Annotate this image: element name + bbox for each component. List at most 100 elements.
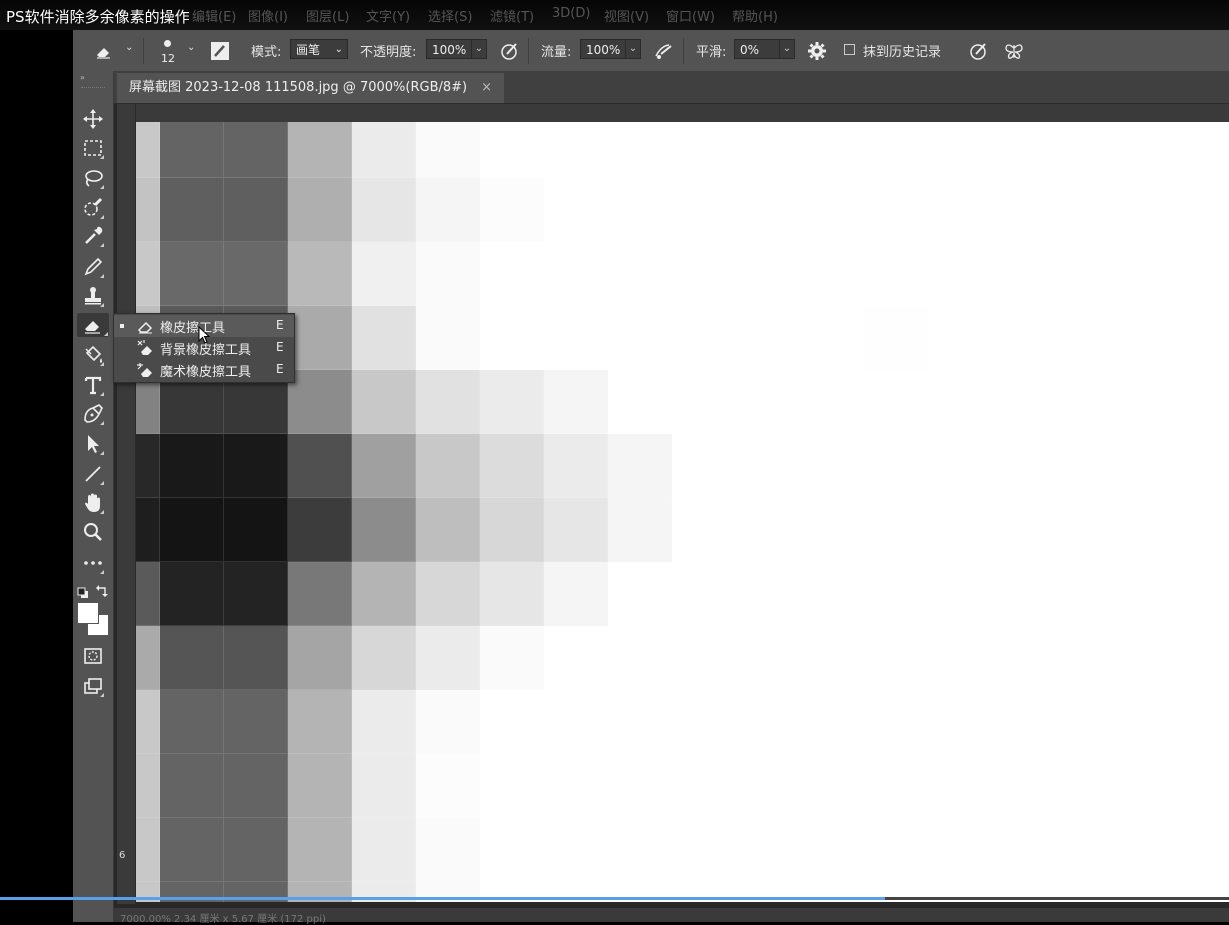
airbrush-icon[interactable] [653, 40, 675, 62]
video-progress-fill [0, 897, 885, 900]
menu-type[interactable]: 文字(Y) [366, 6, 410, 25]
vertical-ruler[interactable] [117, 104, 136, 904]
flyout-magic-eraser-tool[interactable]: 魔术橡皮擦工具 E [114, 359, 294, 381]
eraser-preset-icon[interactable] [93, 40, 115, 62]
smoothing-dropdown[interactable]: ⌄ [779, 39, 795, 59]
opacity-dropdown[interactable]: ⌄ [471, 39, 487, 59]
brush-panel-icon[interactable] [210, 41, 230, 61]
mode-chevron-icon: ⌄ [334, 44, 343, 55]
eraser-icon [136, 317, 156, 335]
line-tool[interactable] [81, 462, 105, 486]
lasso-tool[interactable] [81, 166, 105, 190]
move-tool[interactable] [81, 107, 105, 131]
foreground-color-swatch[interactable] [77, 602, 99, 624]
flyout-item-shortcut: E [276, 318, 284, 332]
pixel-cell [864, 818, 928, 882]
menu-edit[interactable]: 编辑(E) [192, 6, 236, 25]
zoom-tool[interactable] [81, 520, 105, 544]
menu-image[interactable]: 图像(I) [248, 6, 288, 25]
document-tab[interactable]: 屏幕截图 2023-12-08 111508.jpg @ 7000%(RGB/8… [117, 73, 505, 103]
separator [683, 38, 684, 64]
pixel-cell [672, 498, 736, 562]
collapse-panel-icon[interactable]: » [80, 73, 85, 82]
hand-tool[interactable] [81, 491, 105, 515]
pixel-cell [1184, 370, 1229, 434]
flow-input[interactable]: 100% [580, 39, 626, 59]
smoothing-settings-gear-icon[interactable] [806, 40, 828, 62]
pixel-cell [1184, 626, 1229, 690]
horizontal-ruler[interactable] [135, 104, 1229, 123]
symmetry-butterfly-icon[interactable] [1003, 40, 1025, 62]
pixel-cell [1056, 498, 1120, 562]
smoothing-input[interactable]: 0% [734, 39, 780, 59]
eyedropper-tool[interactable] [81, 224, 105, 248]
pressure-opacity-icon[interactable] [499, 40, 521, 62]
pen-tool[interactable] [81, 402, 105, 426]
pixel-cell [160, 498, 224, 562]
pixel-cell [288, 178, 352, 242]
menu-select[interactable]: 选择(S) [428, 6, 472, 25]
pixel-cell [288, 754, 352, 818]
pixel-cell [416, 242, 480, 306]
marquee-tool[interactable] [81, 136, 105, 160]
pixel-cell [864, 434, 928, 498]
default-colors-icon[interactable] [77, 584, 89, 598]
menu-3d[interactable]: 3D(D) [552, 6, 590, 21]
opacity-input[interactable]: 100% [426, 39, 472, 59]
paint-bucket-tool[interactable] [81, 343, 105, 367]
submenu-indicator [100, 570, 104, 574]
document-tab-title: 屏幕截图 2023-12-08 111508.jpg @ 7000%(RGB/8… [129, 80, 468, 95]
swap-colors-icon[interactable] [95, 583, 109, 597]
pixel-cell [864, 626, 928, 690]
pixel-cell [352, 242, 416, 306]
pixel-cell [352, 178, 416, 242]
pixel-cell [992, 370, 1056, 434]
pixel-cell [480, 498, 544, 562]
menu-filter[interactable]: 滤镜(T) [490, 6, 534, 25]
menu-layer[interactable]: 图层(L) [306, 6, 349, 25]
quick-mask-button[interactable] [81, 644, 105, 668]
pixel-cell [992, 754, 1056, 818]
pixel-cell [1120, 498, 1184, 562]
pixel-cell [416, 178, 480, 242]
path-selection-tool[interactable] [81, 432, 105, 456]
pixel-cell [480, 626, 544, 690]
pixel-cell [992, 626, 1056, 690]
pixel-cell [736, 754, 800, 818]
pixel-cell [288, 626, 352, 690]
pixel-cell [160, 178, 224, 242]
flow-dropdown[interactable]: ⌄ [625, 39, 641, 59]
edit-toolbar-button[interactable] [81, 551, 105, 575]
pixel-cell [992, 434, 1056, 498]
pixel-cell [800, 122, 864, 178]
submenu-indicator [100, 693, 104, 697]
clone-stamp-tool[interactable] [81, 284, 105, 308]
panel-grip[interactable] [81, 87, 105, 91]
eraser-tool[interactable] [77, 313, 109, 337]
submenu-indicator [100, 510, 104, 514]
mode-select[interactable]: 画笔 ⌄ [290, 39, 348, 59]
pressure-size-icon[interactable] [968, 40, 990, 62]
pixel-cell [1120, 818, 1184, 882]
pixel-cell [1184, 434, 1229, 498]
type-tool[interactable] [81, 373, 105, 397]
erase-history-checkbox[interactable] [844, 44, 855, 55]
close-tab-icon[interactable]: × [481, 80, 492, 95]
menu-view[interactable]: 视图(V) [604, 6, 649, 25]
pixel-cell [1184, 690, 1229, 754]
menu-help[interactable]: 帮助(H) [732, 6, 778, 25]
pixel-cell [736, 122, 800, 178]
screen-mode-button[interactable] [81, 674, 105, 698]
pixel-cell [992, 306, 1056, 370]
pixel-cell [352, 306, 416, 370]
brush-size-picker[interactable]: 12 [159, 38, 175, 68]
brush-chevron-icon[interactable]: ⌄ [187, 42, 195, 53]
quick-selection-tool[interactable] [81, 196, 105, 220]
preset-chevron-icon[interactable]: ⌄ [125, 42, 133, 53]
brush-tool[interactable] [81, 255, 105, 279]
pixel-cell [1056, 122, 1120, 178]
pixel-cell [800, 498, 864, 562]
document-canvas[interactable] [136, 122, 1229, 902]
menu-window[interactable]: 窗口(W) [666, 6, 715, 25]
pixel-cell [544, 754, 608, 818]
